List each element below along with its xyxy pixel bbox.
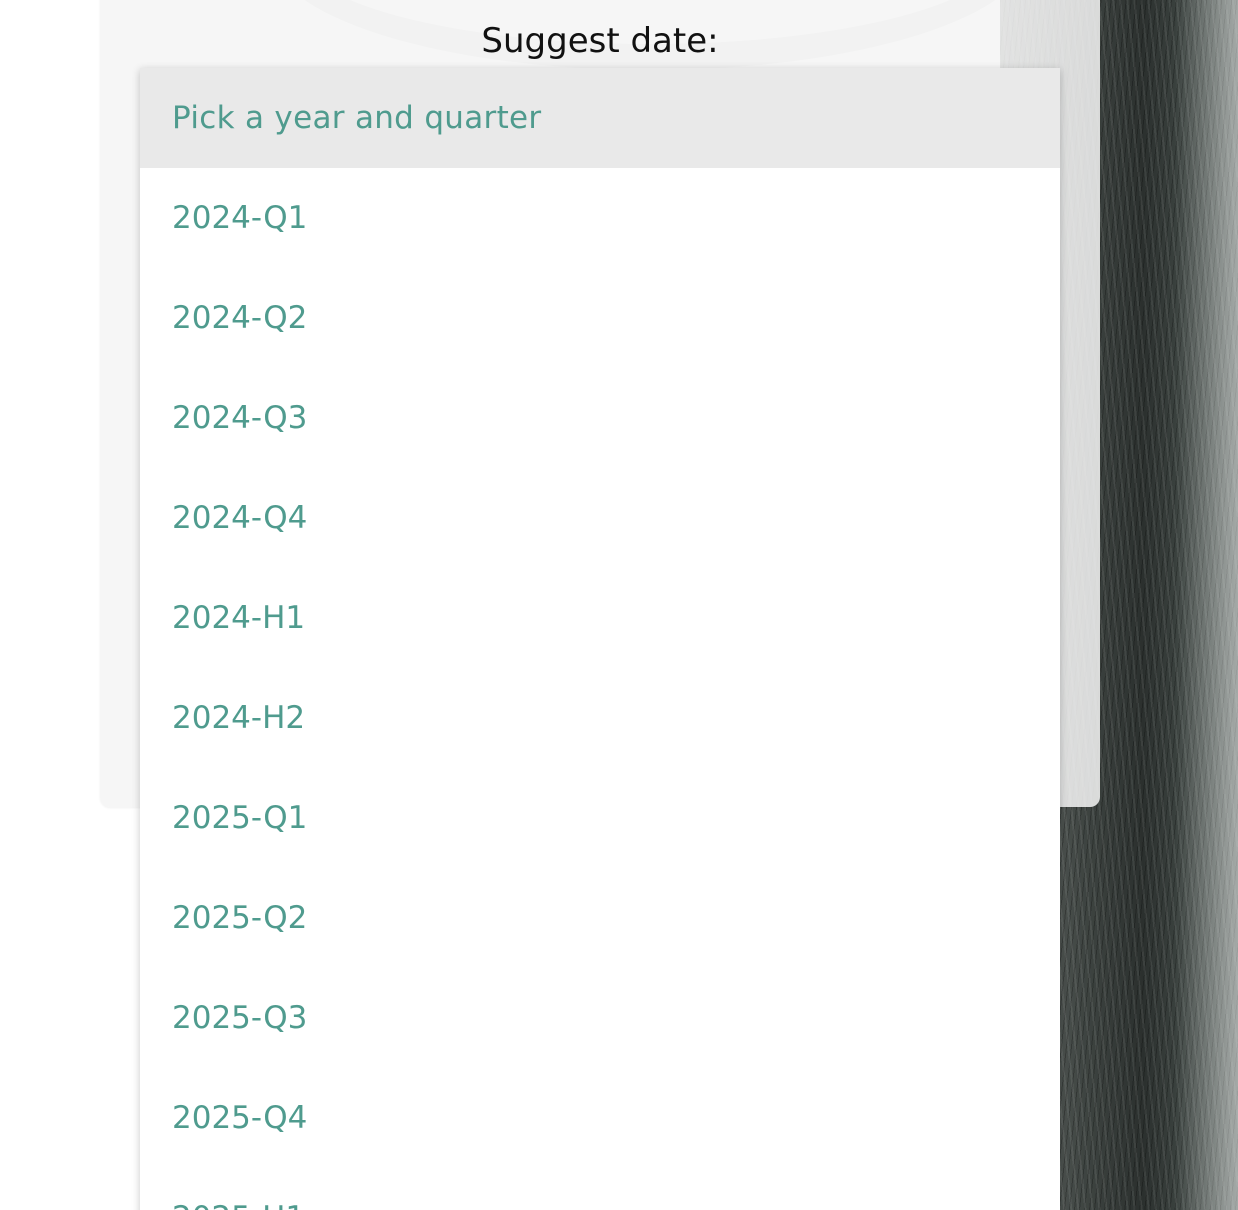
dropdown-option[interactable]: 2025-Q3 xyxy=(140,968,1060,1068)
dropdown-option[interactable]: 2025-Q2 xyxy=(140,868,1060,968)
date-dropdown-list[interactable]: Pick a year and quarter 2024-Q1 2024-Q2 … xyxy=(140,68,1060,1210)
dropdown-option[interactable]: 2024-H1 xyxy=(140,568,1060,668)
dropdown-option[interactable]: 2024-H2 xyxy=(140,668,1060,768)
page: Suggest date: Pick a year and quarter 20… xyxy=(0,0,1238,1210)
dropdown-option-placeholder[interactable]: Pick a year and quarter xyxy=(140,68,1060,168)
dropdown-option[interactable]: 2024-Q3 xyxy=(140,368,1060,468)
dropdown-option[interactable]: 2024-Q4 xyxy=(140,468,1060,568)
background-photo-highlight xyxy=(1175,0,1238,1210)
dropdown-option[interactable]: 2025-Q4 xyxy=(140,1068,1060,1168)
dropdown-option[interactable]: 2024-Q2 xyxy=(140,268,1060,368)
dropdown-option[interactable]: 2025-Q1 xyxy=(140,768,1060,868)
suggest-date-label: Suggest date: xyxy=(481,21,719,61)
dropdown-option[interactable]: 2024-Q1 xyxy=(140,168,1060,268)
dropdown-option[interactable]: 2025-H1 xyxy=(140,1168,1060,1210)
